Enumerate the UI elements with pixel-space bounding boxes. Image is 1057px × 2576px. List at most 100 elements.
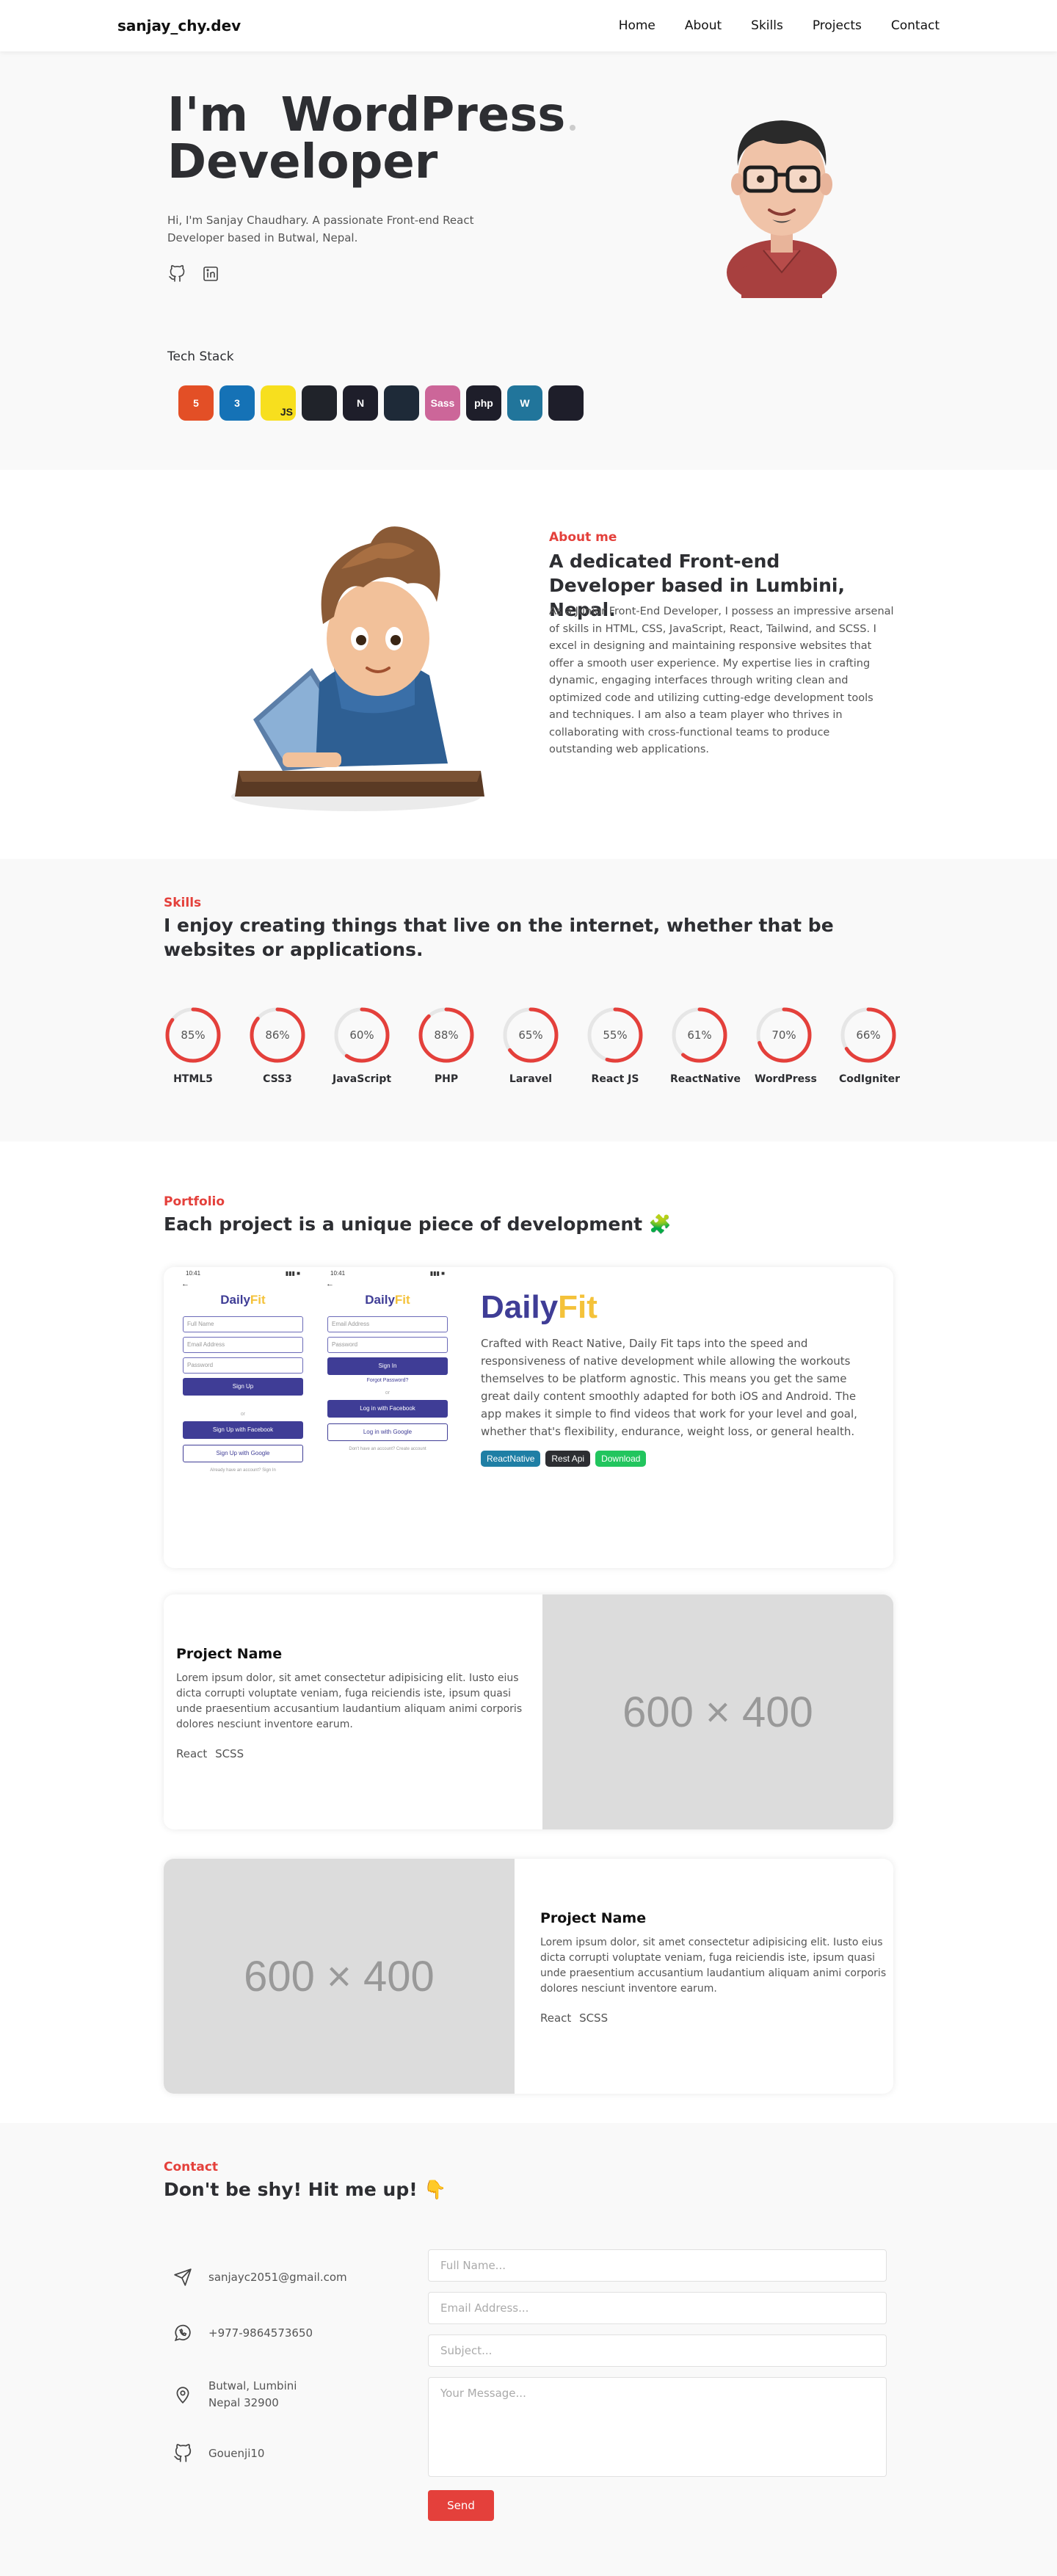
contact-email: sanjayc2051@gmail.com [172,2266,392,2288]
dailyfit-tags: ReactNative Rest Api Download [481,1451,647,1467]
laravel-icon [548,385,584,421]
nav-link-projects[interactable]: Projects [813,18,862,33]
skill-item: 86% CSS3 [248,1006,333,1085]
sass-icon: Sass [425,385,460,421]
signup-facebook-button: Sign Up with Facebook [183,1421,303,1439]
hero-title-line1: I'm WordPress [167,88,566,142]
nextjs-icon: N [343,385,378,421]
send-icon [172,2266,194,2288]
dailyfit-logo: DailyFit [220,1293,266,1307]
hero-section: I'm WordPress Developer Hi, I'm Sanjay C… [0,51,1057,470]
contact-address: Butwal, Lumbini Nepal 32900 [172,2378,392,2412]
contact-email-link[interactable]: sanjayc2051@gmail.com [208,2271,347,2284]
project-description: Lorem ipsum dolor, sit amet consectetur … [176,1672,523,1730]
signin-password-field: Password [327,1337,448,1353]
contact-phone-link[interactable]: +977-9864573650 [208,2326,313,2340]
contact-phone: +977-9864573650 [172,2322,392,2344]
css3-icon: 3 [219,385,255,421]
nav-link-contact[interactable]: Contact [891,18,940,33]
tag-rest-api: Rest Api [545,1451,591,1467]
project-card: 600 × 400 Project Name Lorem ipsum dolor… [164,1859,893,2094]
about-text: As a Junior Front-End Developer, I posse… [549,606,894,755]
skill-percent: 66% [856,1028,881,1042]
skill-progress-ring: 60% [333,1006,391,1064]
linkedin-icon[interactable] [201,264,220,283]
about-kicker: About me [549,530,617,545]
email-input[interactable]: Email Address... [428,2292,887,2324]
javascript-icon: JS [261,385,296,421]
skill-percent: 85% [181,1028,206,1042]
tech-stack-list: 5 3 JS N Sass php W [178,385,584,421]
send-button[interactable]: Send [428,2490,494,2521]
whatsapp-icon [172,2322,194,2344]
skill-name: PHP [434,1073,459,1085]
skill-percent: 88% [434,1028,459,1042]
project-name: Project Name [540,1910,647,1926]
skill-percent: 55% [603,1028,628,1042]
skill-percent: 61% [687,1028,712,1042]
skill-percent: 60% [349,1028,374,1042]
skill-name: JavaScript [333,1073,392,1085]
skill-progress-ring: 85% [164,1006,222,1064]
nav-link-home[interactable]: Home [619,18,655,33]
tag-reactnative: ReactNative [481,1451,541,1467]
signup-google-button: Sign Up with Google [183,1445,303,1462]
signup-password-field: Password [183,1357,303,1374]
project-description: Lorem ipsum dolor, sit amet consectetur … [540,1937,887,1995]
signin-google-button: Log in with Google [327,1423,448,1441]
signin-email-field: Email Address [327,1316,448,1332]
skill-name: CSS3 [263,1073,292,1085]
message-textarea[interactable]: Your Message... [428,2377,887,2477]
dailyfit-title: DailyFit [481,1289,597,1325]
project-stack: React SCSS [540,2011,609,2025]
top-navbar: sanjay_chy.dev Home About Skills Project… [0,0,1057,51]
wordpress-icon: W [507,385,542,421]
site-logo[interactable]: sanjay_chy.dev [117,17,241,35]
tailwind-icon [384,385,419,421]
subject-input[interactable]: Subject... [428,2334,887,2367]
react-icon [302,385,337,421]
contact-github: Gouenji10 [172,2442,392,2464]
skills-title: I enjoy creating things that live on the… [164,915,834,960]
github-icon[interactable] [167,264,186,283]
skill-progress-ring: 70% [755,1006,813,1064]
github-icon [172,2442,194,2464]
about-illustration [195,499,495,822]
full-name-input[interactable]: Full Name... [428,2249,887,2282]
contact-section: Contact Don't be shy! Hit me up! 👇 sanja… [0,2123,1057,2576]
skill-progress-ring: 86% [248,1006,307,1064]
signup-email-field: Email Address [183,1337,303,1353]
portfolio-title: Each project is a unique piece of develo… [164,1213,672,1235]
dailyfit-logo: DailyFit [365,1293,410,1307]
skill-name: ReactNative [670,1073,741,1085]
skill-item: 66% CodIgniter [839,1006,923,1085]
skill-item: 70% WordPress [755,1006,839,1085]
dailyfit-signup-screen: 10:41 ▮▮▮ ■ ← DailyFit Full Name Email Ad… [177,1267,309,1509]
project-image-placeholder: 600 × 400 [164,1859,515,2094]
contact-github-link[interactable]: Gouenji10 [208,2447,264,2460]
dailyfit-signin-screen: 10:41 ▮▮▮ ■ ← DailyFit Email Address Pass… [322,1267,454,1509]
skill-percent: 86% [265,1028,290,1042]
download-button[interactable]: Download [595,1451,647,1467]
contact-title: Don't be shy! Hit me up! 👇 [164,2179,447,2200]
project-card-dailyfit: 10:41 ▮▮▮ ■ ← DailyFit Full Name Email Ad… [164,1267,893,1568]
project-name: Project Name [176,1646,283,1662]
contact-address-text: Butwal, Lumbini Nepal 32900 [208,2379,297,2409]
skill-name: HTML5 [173,1073,213,1085]
skill-percent: 70% [771,1028,796,1042]
skill-progress-ring: 61% [670,1006,729,1064]
skill-percent: 65% [518,1028,543,1042]
skill-progress-ring: 55% [586,1006,644,1064]
developer-avatar [712,100,851,305]
signup-fullname-field: Full Name [183,1316,303,1332]
skill-name: CodIgniter [839,1073,901,1085]
skill-item: 61% ReactNative [670,1006,755,1085]
hero-title-line2: Developer [167,135,438,189]
nav-links: Home About Skills Projects Contact [619,18,940,33]
nav-link-skills[interactable]: Skills [751,18,783,33]
contact-kicker: Contact [164,2160,219,2174]
skills-section: Skills I enjoy creating things that live… [0,859,1057,1142]
nav-link-about[interactable]: About [685,18,722,33]
skill-item: 85% HTML5 [164,1006,248,1085]
skill-item: 55% React JS [586,1006,670,1085]
